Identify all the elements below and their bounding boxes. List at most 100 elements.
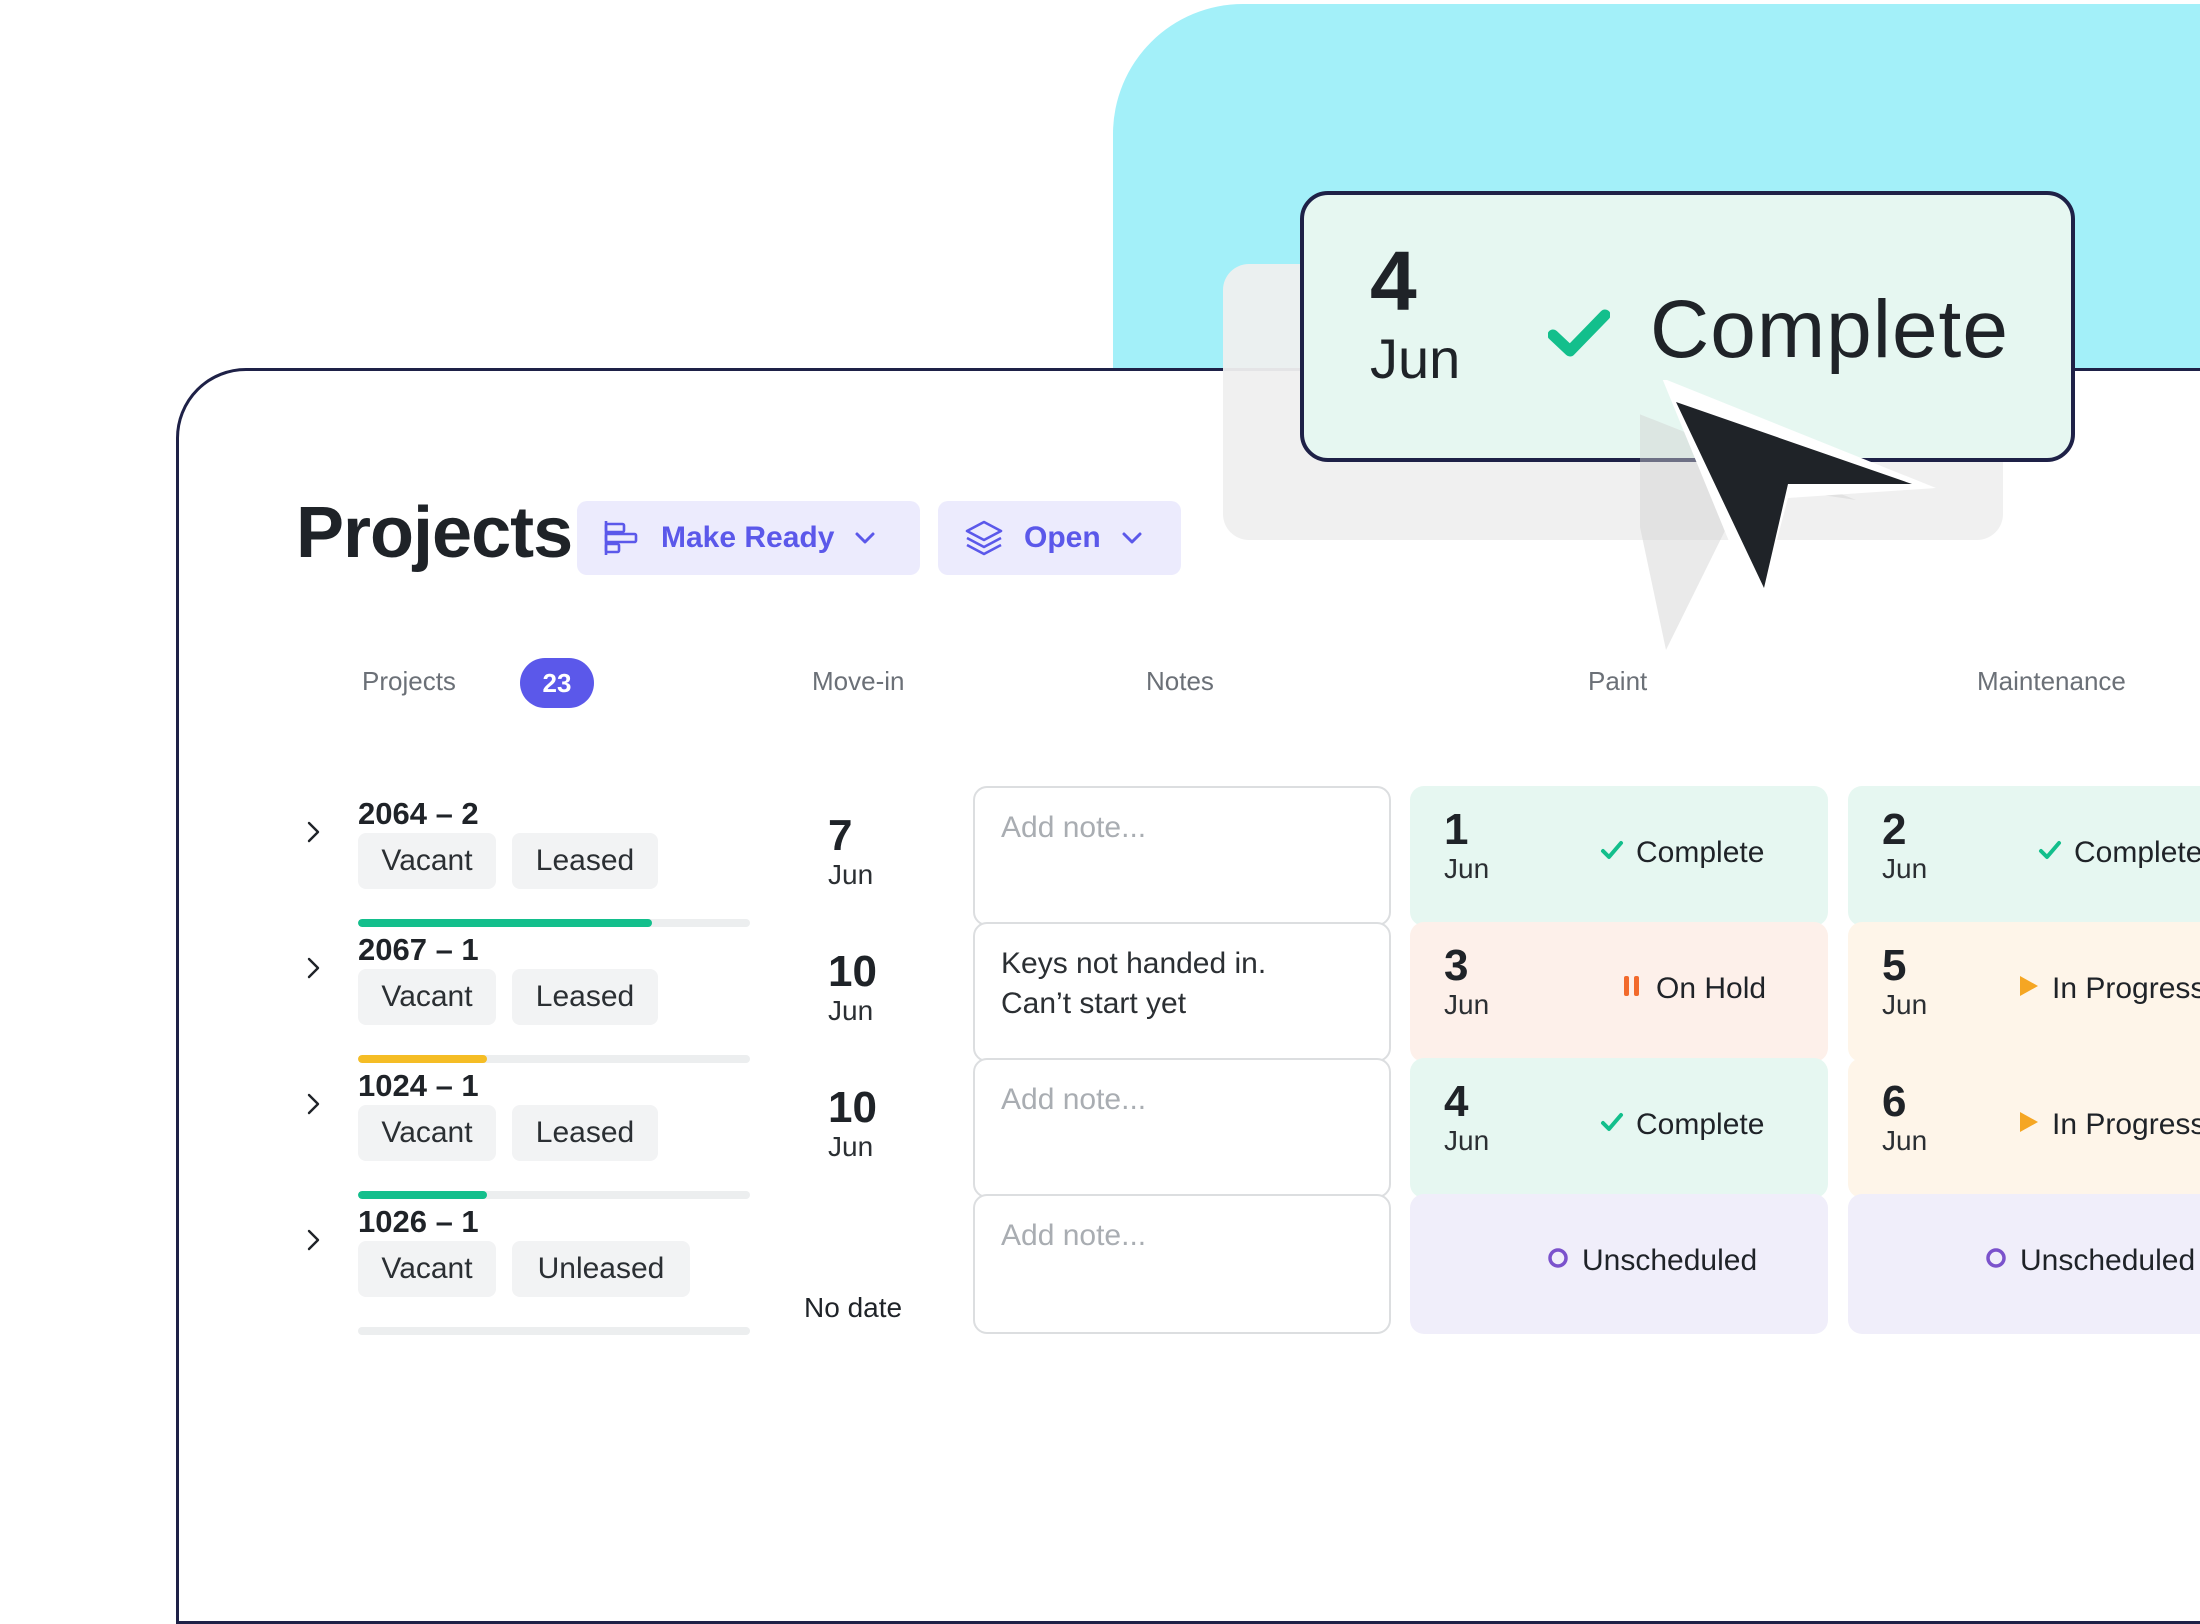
movein-date: 10 Jun: [828, 1086, 877, 1164]
play-icon: [2016, 972, 2040, 1006]
maintenance-status-label: In Progress: [2052, 1108, 2200, 1141]
pause-icon: [1620, 972, 1644, 1006]
maintenance-status-label: Complete: [2074, 836, 2200, 869]
gantt-icon: [603, 519, 641, 557]
status-tag: Vacant: [358, 1241, 496, 1297]
maintenance-status: Unscheduled: [1984, 1244, 2195, 1278]
movein-month: Jun: [828, 995, 874, 1026]
movein-month: Jun: [828, 859, 874, 890]
make-ready-label: Make Ready: [661, 521, 835, 554]
movein-nodate: No date: [804, 1292, 903, 1323]
expand-chevron-icon[interactable]: [300, 954, 328, 982]
paint-status-cell[interactable]: 4 Jun Complete: [1410, 1058, 1828, 1198]
maintenance-status-cell[interactable]: Unscheduled: [1848, 1194, 2200, 1334]
paint-status: Complete: [1600, 836, 1764, 870]
table-row: 1026 – 1 Vacant Unleased No date Add note...…: [0, 1194, 2200, 1344]
paint-status-label: On Hold: [1656, 972, 1767, 1005]
maintenance-status-label: In Progress: [2052, 972, 2200, 1005]
status-tag: Leased: [512, 969, 658, 1025]
chevron-down-icon: [854, 531, 876, 545]
status-tag: Vacant: [358, 969, 496, 1025]
open-label: Open: [1024, 521, 1101, 554]
tooltip-status: Complete: [1547, 283, 2009, 377]
note-text: Add note...: [1001, 811, 1147, 844]
make-ready-filter-button[interactable]: Make Ready: [577, 501, 920, 575]
paint-day: 3: [1444, 941, 1469, 990]
project-id[interactable]: 1026 – 1: [358, 1204, 479, 1240]
movein-day: 10: [828, 1083, 877, 1132]
progress-bar: [358, 1327, 750, 1335]
paint-day: 1: [1444, 805, 1469, 854]
maintenance-status: In Progress: [2016, 972, 2200, 1006]
maintenance-status-label: Unscheduled: [2020, 1244, 2196, 1277]
table-row: 2064 – 2 Vacant Leased 7 Jun Add note... 1 Jun C…: [0, 786, 2200, 936]
paint-status: Complete: [1600, 1108, 1764, 1142]
note-text: Add note...: [1001, 1219, 1147, 1252]
progress-fill: [358, 1055, 488, 1063]
checkmark-icon: [1600, 836, 1624, 870]
checkmark-icon: [2038, 836, 2062, 870]
movein-day: 10: [828, 947, 877, 996]
maintenance-status-cell[interactable]: 6 Jun In Progress: [1848, 1058, 2200, 1198]
note-text: Keys not handed in. Can’t start yet: [1001, 947, 1267, 1020]
status-tag: Vacant: [358, 833, 496, 889]
col-header-paint[interactable]: Paint: [1588, 666, 1647, 697]
open-filter-button[interactable]: Open: [938, 501, 1181, 575]
note-field[interactable]: Add note...: [973, 1058, 1391, 1198]
maintenance-month: Jun: [1882, 989, 1928, 1020]
paint-status: Unscheduled: [1546, 1244, 1757, 1278]
chevron-down-icon: [1121, 531, 1143, 545]
project-id[interactable]: 2064 – 2: [358, 796, 479, 832]
note-field[interactable]: Add note...: [973, 1194, 1391, 1334]
maintenance-status-cell[interactable]: 5 Jun In Progress: [1848, 922, 2200, 1062]
paint-status-cell[interactable]: Unscheduled: [1410, 1194, 1828, 1334]
play-icon: [2016, 1108, 2040, 1142]
paint-status-cell[interactable]: 1 Jun Complete: [1410, 786, 1828, 926]
movein-day: 7: [828, 811, 853, 860]
tooltip-month: Jun: [1370, 327, 1461, 390]
col-header-projects[interactable]: Projects: [362, 666, 456, 697]
movein-month: Jun: [828, 1131, 874, 1162]
page-title: Projects: [296, 493, 573, 573]
maintenance-day: 5: [1882, 941, 1907, 990]
progress-fill: [358, 919, 652, 927]
project-id[interactable]: 2067 – 1: [358, 932, 479, 968]
expand-chevron-icon[interactable]: [300, 1226, 328, 1254]
col-header-movein[interactable]: Move-in: [812, 666, 904, 697]
expand-chevron-icon[interactable]: [300, 1090, 328, 1118]
table-row: 1024 – 1 Vacant Leased 10 Jun Add note... 4 Jun…: [0, 1058, 2200, 1208]
layers-icon: [964, 519, 1004, 557]
paint-month: Jun: [1444, 853, 1490, 884]
maintenance-status: In Progress: [2016, 1108, 2200, 1142]
status-tag: Leased: [512, 1105, 658, 1161]
expand-chevron-icon[interactable]: [300, 818, 328, 846]
table-row: 2067 – 1 Vacant Leased 10 Jun Keys not handed…: [0, 922, 2200, 1072]
paint-status-cell[interactable]: 3 Jun On Hold: [1410, 922, 1828, 1062]
progress-bar: [358, 919, 750, 927]
status-tag: Leased: [512, 833, 658, 889]
note-field[interactable]: Keys not handed in. Can’t start yet: [973, 922, 1391, 1062]
paint-status-label: Complete: [1636, 836, 1765, 869]
maintenance-day: 2: [1882, 805, 1907, 854]
tooltip-status-label: Complete: [1650, 284, 2009, 375]
projects-count-badge: 23: [520, 658, 594, 708]
movein-date: 7 Jun: [828, 814, 873, 892]
circle-outline-icon: [1984, 1244, 2008, 1278]
project-id[interactable]: 1024 – 1: [358, 1068, 479, 1104]
checkmark-icon: [1547, 283, 1611, 377]
col-header-maintenance[interactable]: Maintenance: [1977, 666, 2126, 697]
note-text: Add note...: [1001, 1083, 1147, 1116]
paint-status: On Hold: [1620, 972, 1766, 1006]
maintenance-month: Jun: [1882, 853, 1928, 884]
col-header-notes[interactable]: Notes: [1146, 666, 1214, 697]
paint-month: Jun: [1444, 1125, 1490, 1156]
progress-bar: [358, 1191, 750, 1199]
maintenance-status-cell[interactable]: 2 Jun Complete: [1848, 786, 2200, 926]
maintenance-month: Jun: [1882, 1125, 1928, 1156]
status-tag: Unleased: [512, 1241, 690, 1297]
paint-month: Jun: [1444, 989, 1490, 1020]
movein-date: 10 Jun: [828, 950, 877, 1028]
note-field[interactable]: Add note...: [973, 786, 1391, 926]
paint-status-label: Complete: [1636, 1108, 1765, 1141]
paint-day: 4: [1444, 1077, 1469, 1126]
